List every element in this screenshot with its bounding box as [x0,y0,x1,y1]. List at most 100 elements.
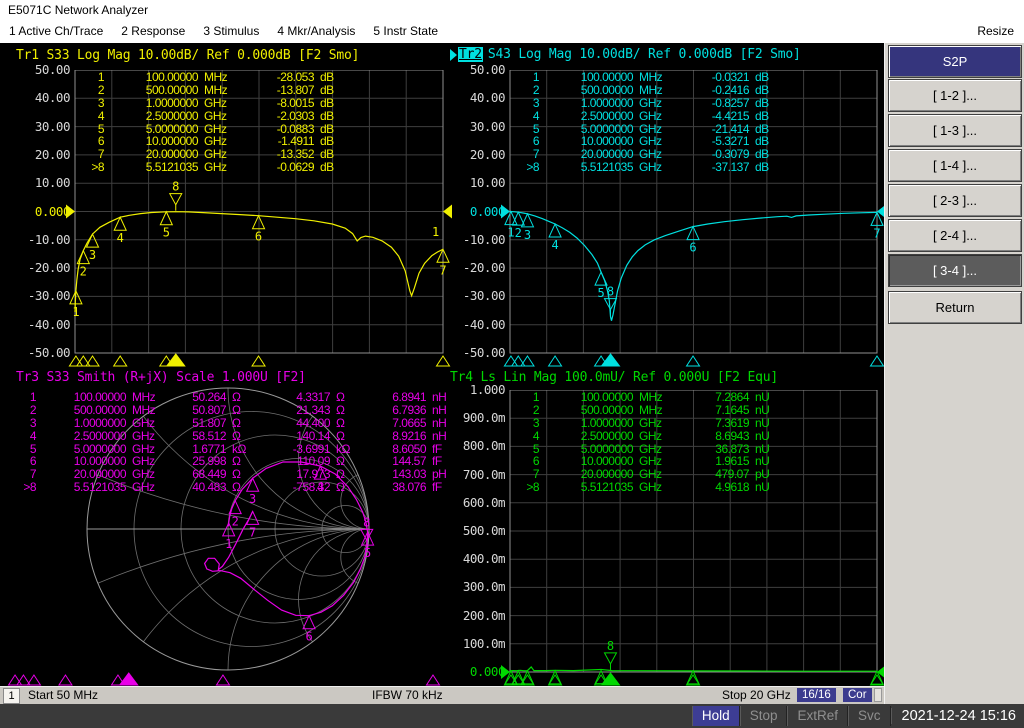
marker-table-row: 3 1.0000000 GHz -8.0015 dB [97,95,334,110]
menu-item-3-stimulus[interactable]: 3 Stimulus [194,20,268,43]
marker-table-row: 4 2.5000000 GHz 8.6943 nU [532,428,770,443]
softkey-1-4[interactable]: [ 1-4 ]... [888,149,1022,182]
softkey-s2p[interactable]: S2P [888,45,1022,78]
hold-indicator: Hold [691,706,740,726]
softkey-3-4[interactable]: [ 3-4 ]... [888,254,1022,287]
trace1-title[interactable]: Tr1 S33 Log Mag 10.00dB/ Ref 0.000dB [F2… [16,48,359,63]
marker-table-row: 4 2.5000000 GHz -2.0303 dB [97,108,334,123]
marker-2: 2 [228,499,242,529]
channel-number-box: 1 [3,688,20,704]
svg-text:2: 2 [515,226,522,240]
svg-text:6: 6 [305,630,312,644]
datetime-display: 2021-12-24 15:16 [890,708,1024,724]
marker-table-row: >8 5.5121035 GHz -0.0629 dB [91,160,334,175]
tr1-ytick: -10.00 [27,231,71,247]
tr1-ytick: -50.00 [27,345,71,360]
marker-table-row: 3 1.0000000 GHz 7.3619 nU [532,415,770,430]
tr4-ytick: 400.0m [462,551,506,567]
marker-table-row: 1 100.00000 MHz -28.053 dB [97,70,334,84]
resize-button[interactable]: Resize [977,20,1014,43]
menu-item-4-mkr-analysis[interactable]: 4 Mkr/Analysis [268,20,364,43]
softkey-1-2[interactable]: [ 1-2 ]... [888,79,1022,112]
svc-indicator: Svc [847,706,891,726]
tr4-ytick: 300.0m [462,579,506,595]
tr4-ytick: 600.0m [462,494,506,510]
tr1-marker-table: 1 100.00000 MHz -28.053 dB 2 500.00000 MHz -13.8… [78,71,350,174]
svg-text:8: 8 [172,180,179,194]
svg-text:4: 4 [117,231,124,245]
tr2-ytick: -40.00 [462,316,506,332]
marker-8: 8 [359,515,374,547]
marker-table-row: 3 1.0000000 GHz -0.8257 dB [532,95,769,110]
marker-8: 8 [603,285,618,316]
tr1-ytick: 20.00 [34,146,71,162]
softkey-1-3[interactable]: [ 1-3 ]... [888,114,1022,147]
trace4-title[interactable]: Tr4 Ls Lin Mag 100.0mU/ Ref 0.000U [F2 E… [450,370,778,385]
marker-table-row: 3 1.0000000 GHz 51.807 Ω 44.400 Ω 7.0665 nH [29,415,447,430]
tr4-ytick: 0.000 [469,664,506,679]
marker-4: 4 [113,216,127,245]
statusbar-grip [874,688,882,702]
trace2-title[interactable]: Tr2 S43 Log Mag 10.00dB/ Ref 0.000dB [F2… [450,47,801,62]
start-frequency-label: Start 50 MHz [28,688,99,702]
marker-table-row: >8 5.5121035 GHz 4.9618 nU [526,480,770,495]
trace2-title-text: S43 Log Mag 10.00dB/ Ref 0.000dB [F2 Smo… [487,47,801,62]
svg-text:8: 8 [607,639,614,653]
trace2-active-label: Tr2 [458,47,483,62]
marker-table-row: 4 2.5000000 GHz -4.4215 dB [532,108,769,123]
instrument-status-bar: Hold Stop ExtRef Svc 2021-12-24 15:16 [0,704,1024,728]
svg-text:1: 1 [507,226,514,240]
channel-status-bar: 1 Start 50 MHz IFBW 70 kHz Stop 20 GHz 1… [0,686,884,704]
softkey-return[interactable]: Return [888,291,1022,324]
tr2-ytick: -30.00 [462,288,506,304]
tr2-ytick: 20.00 [469,146,506,162]
analyzer-screen: E5071C Network Analyzer 1 Active Ch/Trac… [0,0,1024,728]
tr1-ytick: -40.00 [27,316,71,332]
marker-6: 6 [302,614,316,644]
tr2-ytick: -20.00 [462,260,506,276]
svg-text:1: 1 [225,537,232,551]
svg-text:7: 7 [249,525,256,539]
svg-text:3: 3 [249,492,256,506]
tr1-ytick: 0.000 [34,203,71,219]
marker-table-row: 1 100.00000 MHz 7.2864 nU [532,390,770,404]
svg-text:1: 1 [72,305,79,319]
ifbw-label: IFBW 70 kHz [372,688,443,702]
tr2-ytick: 30.00 [469,118,506,134]
menu-item-5-instr-state[interactable]: 5 Instr State [364,20,447,43]
menu-item-1-active-ch-trace[interactable]: 1 Active Ch/Trace [0,20,112,43]
trace3-title[interactable]: Tr3 S33 Smith (R+jX) Scale 1.000U [F2] [16,370,306,385]
marker-4: 4 [548,222,562,252]
softkey-2-4[interactable]: [ 2-4 ]... [888,219,1022,252]
tr1-ytick: 40.00 [34,90,71,106]
marker-table-row: 2 500.00000 MHz -0.2416 dB [532,82,769,97]
svg-text:3: 3 [89,248,96,262]
marker-5: 5 [159,210,174,240]
extref-indicator: ExtRef [787,706,848,726]
svg-text:8: 8 [363,515,370,529]
tr4-ytick: 100.0m [462,635,506,651]
marker-table-row: >8 5.5121035 GHz -37.137 dB [526,160,769,175]
marker-3: 3 [85,232,100,262]
menu-item-2-response[interactable]: 2 Response [112,20,194,43]
active-trace-arrow-icon [450,48,457,61]
menu-bar: 1 Active Ch/Trace 2 Response 3 Stimulus 4 M… [0,20,1024,43]
tr2-ytick: 0.000 [469,203,506,219]
stop-frequency-label: Stop 20 GHz [722,688,791,702]
marker-7: 7 [245,510,260,539]
tr4-ytick: 200.0m [462,607,506,623]
tr2-marker-table: 1 100.00000 MHz -0.0321 dB 2 500.00000 MHz -0.24… [513,71,785,174]
marker-2: 2 [511,210,526,240]
tr1-ytick: 50.00 [34,62,71,77]
svg-text:2: 2 [232,515,239,529]
tr1-ytick: 10.00 [34,175,71,191]
tr2-ytick: -10.00 [462,231,506,247]
softkey-2-3[interactable]: [ 2-3 ]... [888,184,1022,217]
svg-text:5: 5 [364,546,371,560]
marker-3: 3 [520,212,535,242]
points-badge: 16/16 [797,688,836,702]
tr4-marker-table: 1 100.00000 MHz 7.2864 nU 2 500.00000 MHz 7.1645… [513,391,785,494]
window-title: E5071C Network Analyzer [8,3,149,17]
svg-text:2: 2 [80,265,87,279]
svg-text:5: 5 [597,286,604,300]
